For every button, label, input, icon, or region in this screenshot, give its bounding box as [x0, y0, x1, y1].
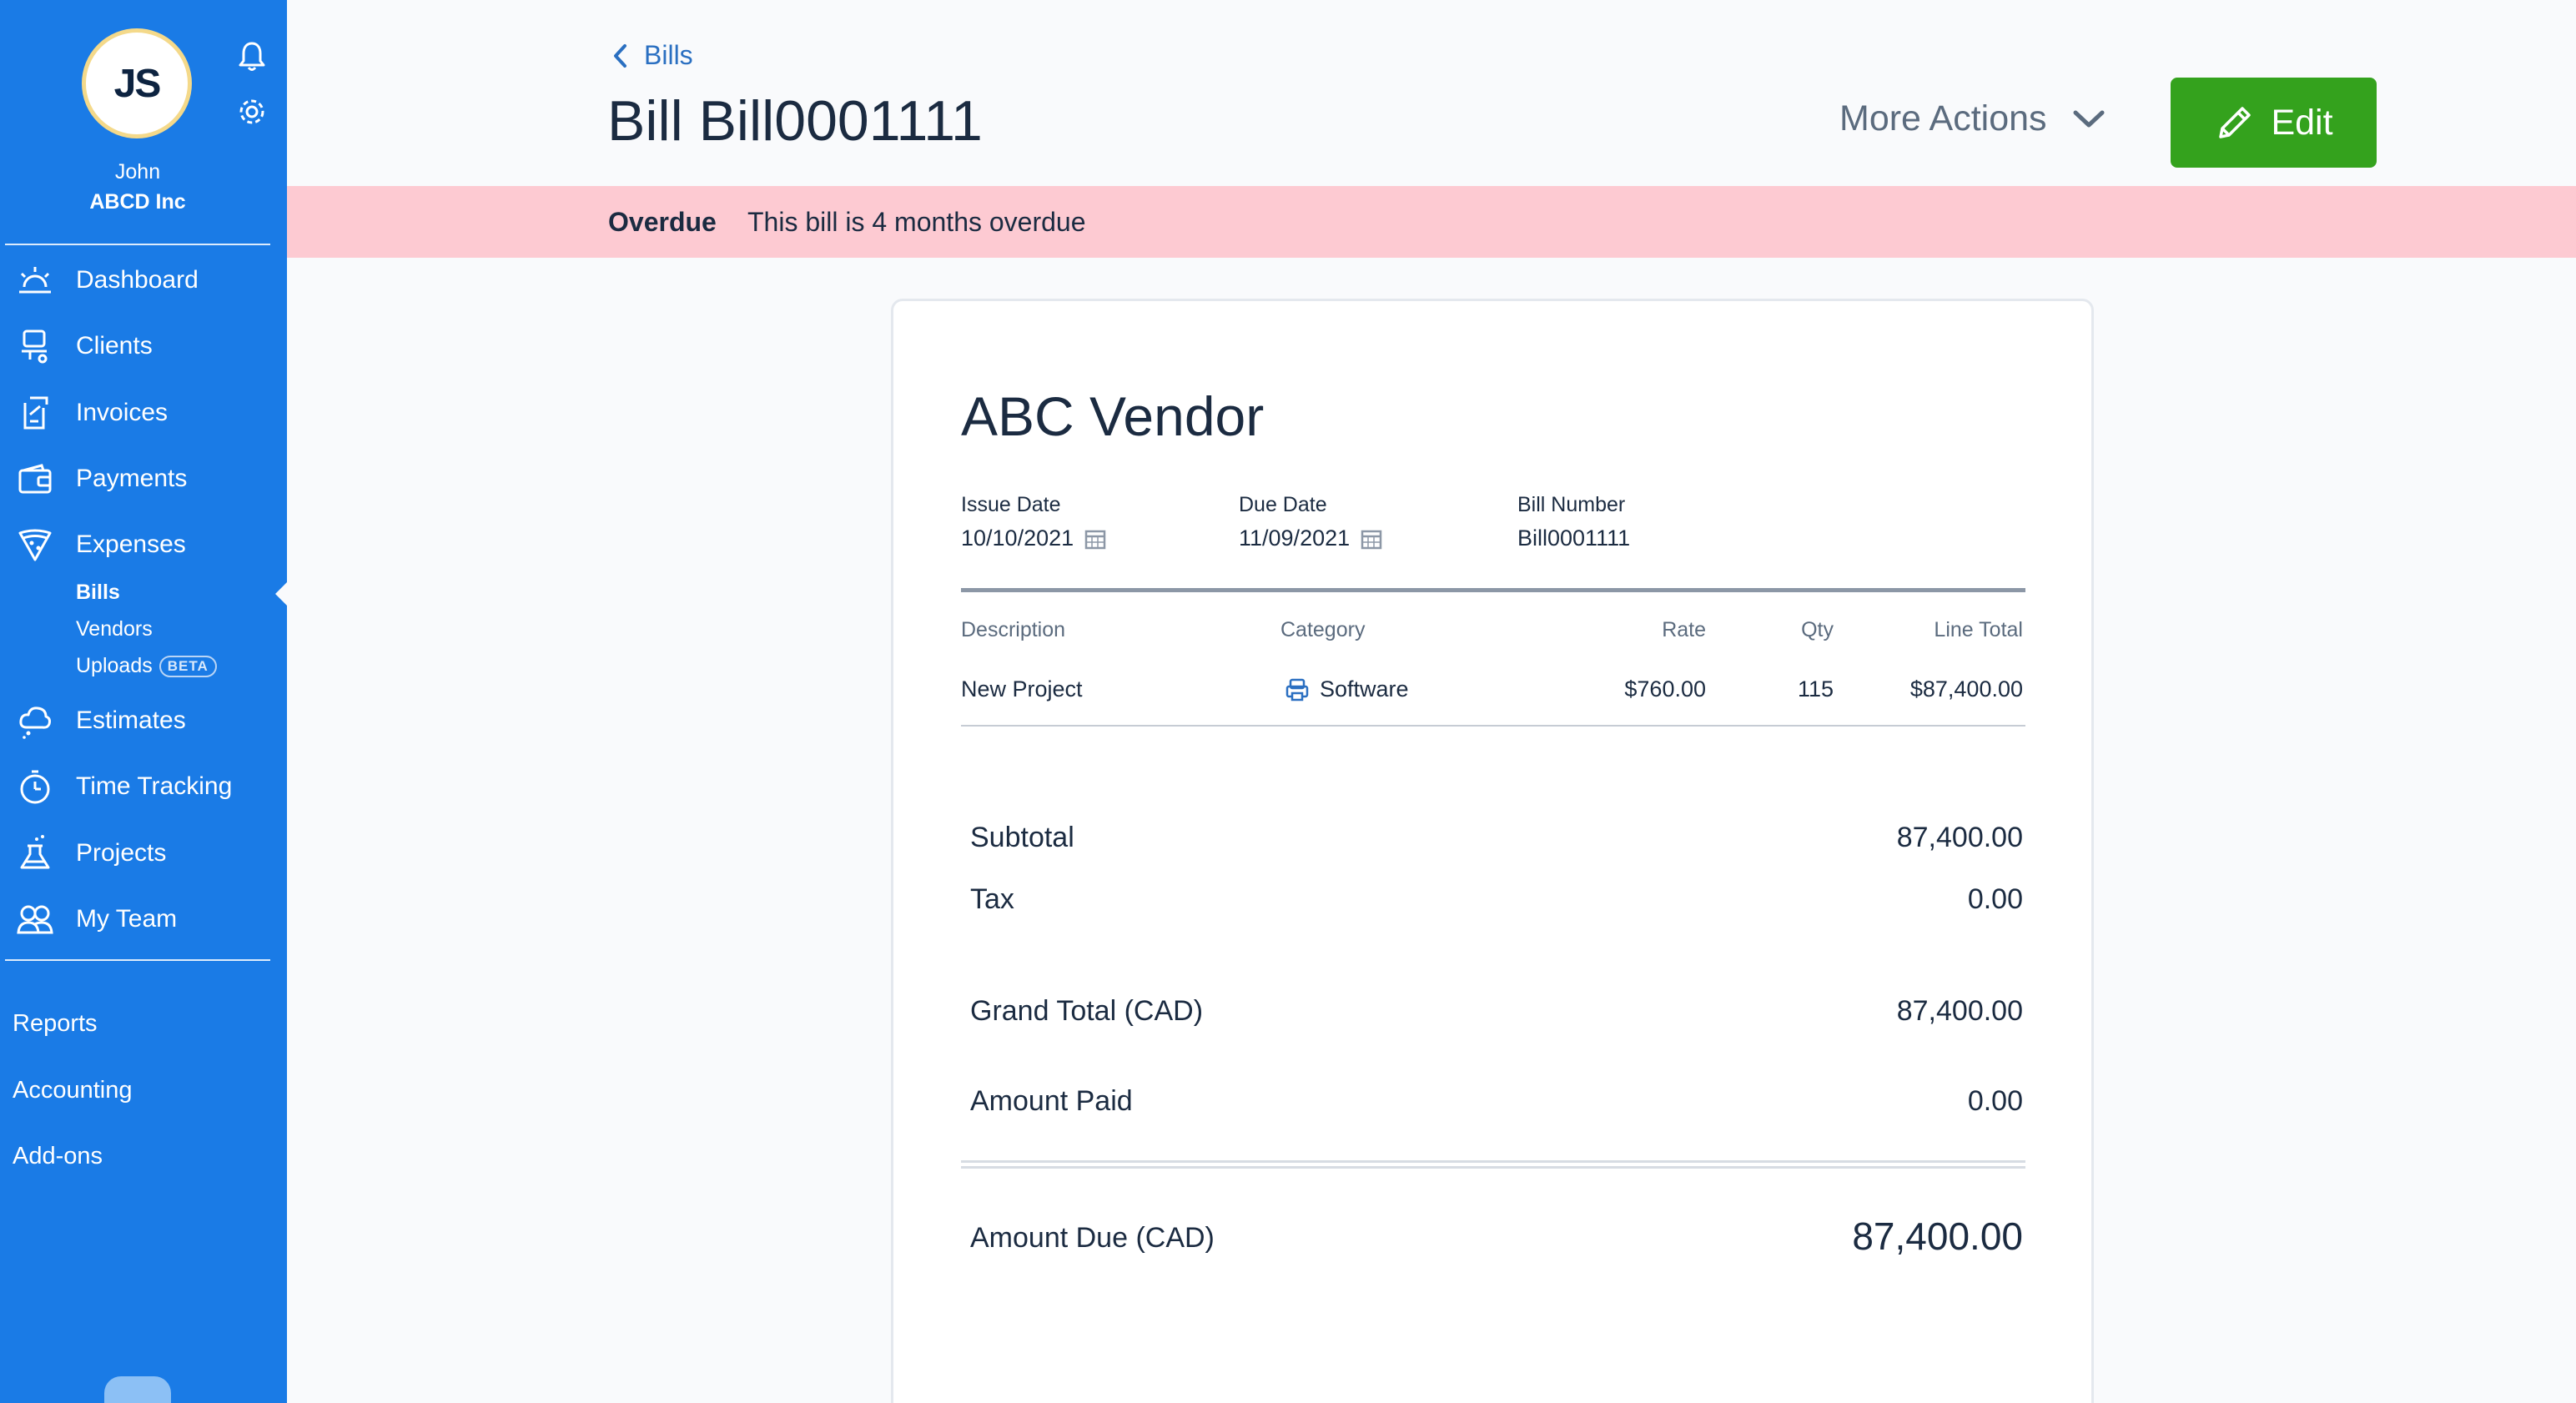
- sidebar-item-projects[interactable]: Projects: [0, 828, 287, 878]
- pencil-icon: [2219, 107, 2251, 138]
- line-qty: 115: [1797, 676, 1834, 702]
- sidebar-item-label: Estimates: [76, 707, 186, 734]
- amount-paid-label: Amount Paid: [970, 1085, 1133, 1117]
- sun-icon: [15, 260, 55, 300]
- sidebar-item-label: Dashboard: [76, 266, 199, 294]
- active-indicator: [275, 582, 287, 606]
- sidebar-item-label: Payments: [76, 465, 188, 492]
- chevron-down-icon: [2073, 110, 2105, 127]
- column-header-line-total: Line Total: [1934, 618, 2023, 641]
- line-category: Software: [1320, 676, 1409, 702]
- sidebar-item-estimates[interactable]: Estimates: [0, 696, 287, 746]
- amount-due-value: 87,400.00: [1852, 1214, 2023, 1258]
- overdue-banner: Overdue This bill is 4 months overdue: [287, 186, 2576, 258]
- sidebar-item-label: My Team: [76, 905, 178, 933]
- sidebar-subitem-bills[interactable]: Bills: [76, 581, 120, 605]
- overdue-message: This bill is 4 months overdue: [747, 206, 1086, 237]
- edit-button[interactable]: Edit: [2171, 78, 2377, 168]
- calendar-icon: [1084, 530, 1106, 549]
- sidebar-subitem-label: Uploads: [76, 654, 153, 677]
- sidebar-item-my-team[interactable]: My Team: [0, 894, 287, 944]
- user-name: John: [114, 160, 161, 184]
- invoice-icon: [15, 393, 55, 433]
- line-description: New Project: [961, 676, 1083, 702]
- sidebar-item-label: Invoices: [76, 399, 169, 426]
- tax-value: 0.00: [1967, 883, 2023, 915]
- sidebar: JS John ABCD Inc Dashboard Clients Invoi…: [0, 0, 287, 1403]
- calendar-icon: [1361, 530, 1382, 549]
- column-header-description: Description: [961, 618, 1066, 641]
- client-icon: [15, 326, 55, 366]
- vendor-name: ABC Vendor: [961, 385, 1265, 447]
- overdue-status: Overdue: [608, 206, 717, 237]
- issue-date-value: 10/10/2021: [961, 525, 1074, 551]
- table-bottom-rule: [961, 725, 2025, 727]
- breadcrumb[interactable]: Bills: [612, 40, 693, 71]
- column-header-category: Category: [1280, 618, 1366, 641]
- issue-date-field: Issue Date 10/10/2021: [961, 493, 1107, 551]
- app-logo-icon: [104, 1376, 171, 1403]
- bell-icon[interactable]: [234, 38, 270, 75]
- sidebar-divider: [5, 244, 270, 245]
- column-header-rate: Rate: [1662, 618, 1706, 641]
- due-date-label: Due Date: [1239, 493, 1327, 516]
- breadcrumb-label: Bills: [644, 40, 693, 70]
- sidebar-item-dashboard[interactable]: Dashboard: [0, 255, 287, 305]
- more-actions-button[interactable]: More Actions: [1839, 98, 2106, 139]
- sidebar-subitem-vendors[interactable]: Vendors: [76, 617, 153, 641]
- sidebar-item-reports[interactable]: Reports: [13, 1010, 98, 1038]
- bill-number-field: Bill Number Bill0001111: [1517, 493, 1630, 551]
- due-date-field: Due Date 11/09/2021: [1239, 493, 1383, 551]
- software-category-icon: [1285, 678, 1309, 701]
- line-rate: $760.00: [1624, 676, 1706, 702]
- sidebar-item-accounting[interactable]: Accounting: [13, 1077, 133, 1104]
- wallet-icon: [15, 459, 55, 499]
- amount-due-label: Amount Due (CAD): [970, 1222, 1215, 1254]
- sidebar-item-invoices[interactable]: Invoices: [0, 388, 287, 438]
- bill-card: ABC Vendor Issue Date 10/10/2021 Due Dat…: [891, 299, 2094, 1403]
- chevron-left-icon: [614, 43, 626, 68]
- avatar[interactable]: JS: [82, 28, 192, 138]
- team-icon: [15, 899, 55, 939]
- company-name[interactable]: ABCD Inc: [0, 190, 275, 214]
- column-header-qty: Qty: [1801, 618, 1834, 641]
- table-top-rule: [961, 588, 2025, 592]
- issue-date-label: Issue Date: [961, 493, 1061, 516]
- bill-number-value: Bill0001111: [1517, 525, 1631, 551]
- sidebar-divider: [5, 959, 270, 961]
- sidebar-item-time-tracking[interactable]: Time Tracking: [0, 762, 287, 812]
- flask-icon: [15, 833, 55, 873]
- sidebar-item-expenses[interactable]: Expenses: [0, 520, 287, 570]
- pizza-icon: [15, 525, 55, 565]
- subtotal-label: Subtotal: [970, 822, 1074, 853]
- grand-total-value: 87,400.00: [1896, 995, 2023, 1027]
- tax-label: Tax: [970, 883, 1014, 915]
- subtotal-value: 87,400.00: [1896, 822, 2023, 853]
- sidebar-item-label: Time Tracking: [76, 772, 233, 800]
- due-date-value: 11/09/2021: [1239, 525, 1351, 551]
- sidebar-item-label: Clients: [76, 332, 153, 360]
- gear-icon[interactable]: [234, 93, 270, 130]
- sidebar-subitem-uploads[interactable]: Uploads BETA: [76, 654, 217, 678]
- stopwatch-icon: [15, 767, 55, 807]
- line-total: $87,400.00: [1909, 676, 2023, 702]
- totals-double-rule: [961, 1160, 2025, 1169]
- sidebar-item-add-ons[interactable]: Add-ons: [13, 1143, 103, 1170]
- avatar-initials: JS: [113, 61, 162, 106]
- sidebar-item-payments[interactable]: Payments: [0, 454, 287, 504]
- edit-label: Edit: [2271, 102, 2333, 143]
- beta-badge: BETA: [158, 656, 217, 678]
- sidebar-item-clients[interactable]: Clients: [0, 321, 287, 371]
- sidebar-item-label: Projects: [76, 839, 167, 867]
- bill-number-label: Bill Number: [1517, 493, 1626, 516]
- more-actions-label: More Actions: [1839, 98, 2047, 138]
- amount-paid-value: 0.00: [1967, 1085, 2023, 1117]
- page-title: Bill Bill0001111: [607, 89, 983, 153]
- sidebar-item-label: Expenses: [76, 531, 186, 558]
- grand-total-label: Grand Total (CAD): [970, 995, 1204, 1027]
- cloud-icon: [15, 701, 55, 741]
